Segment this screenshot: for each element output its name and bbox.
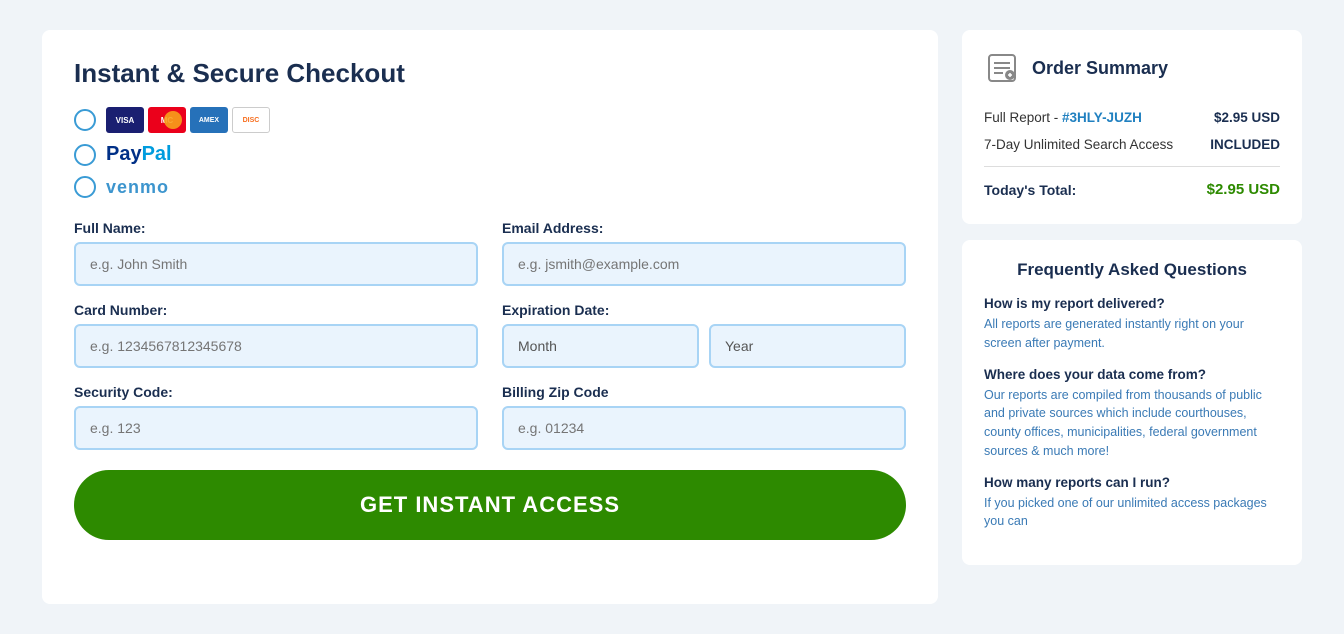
faq-item-1: Where does your data come from? Our repo… (984, 367, 1280, 461)
visa-icon: VISA (106, 107, 144, 133)
order-report-link[interactable]: #3HLY-JUZH (1062, 110, 1142, 125)
payment-options: VISA MC AMEX DISC PayPal venmo (74, 107, 906, 198)
discover-icon: DISC (232, 107, 270, 133)
submit-button[interactable]: GET INSTANT ACCESS (74, 470, 906, 540)
order-line-report: Full Report - #3HLY-JUZH $2.95 USD (984, 104, 1280, 131)
radio-paypal[interactable] (74, 144, 96, 166)
order-search-price: INCLUDED (1210, 137, 1280, 152)
card-icons: VISA MC AMEX DISC (106, 107, 270, 133)
checkout-form: Full Name: Email Address: Card Number: E… (74, 220, 906, 450)
order-summary-header: Order Summary (984, 50, 1280, 86)
card-number-label: Card Number: (74, 302, 478, 318)
mastercard-icon: MC (148, 107, 186, 133)
expiration-label: Expiration Date: (502, 302, 906, 318)
order-report-price: $2.95 USD (1214, 110, 1280, 125)
radio-venmo[interactable] (74, 176, 96, 198)
order-divider (984, 166, 1280, 167)
page-wrapper: Instant & Secure Checkout VISA MC AMEX D… (22, 20, 1322, 614)
checkout-panel: Instant & Secure Checkout VISA MC AMEX D… (42, 30, 938, 604)
order-total-price: $2.95 USD (1207, 181, 1280, 198)
faq-answer-1: Our reports are compiled from thousands … (984, 386, 1280, 461)
billing-zip-group: Billing Zip Code (502, 384, 906, 450)
billing-zip-input[interactable] (502, 406, 906, 450)
email-input[interactable] (502, 242, 906, 286)
full-name-group: Full Name: (74, 220, 478, 286)
expiry-selects: Month 010203 040506 070809 101112 Year 2… (502, 324, 906, 368)
payment-option-venmo[interactable]: venmo (74, 176, 906, 198)
month-select[interactable]: Month 010203 040506 070809 101112 (502, 324, 699, 368)
venmo-logo: venmo (106, 177, 169, 198)
payment-option-paypal[interactable]: PayPal (74, 143, 906, 166)
radio-card[interactable] (74, 109, 96, 131)
order-summary-panel: Order Summary Full Report - #3HLY-JUZH $… (962, 30, 1302, 224)
order-report-label: Full Report - #3HLY-JUZH (984, 110, 1142, 125)
faq-title: Frequently Asked Questions (984, 260, 1280, 280)
security-code-label: Security Code: (74, 384, 478, 400)
faq-panel: Frequently Asked Questions How is my rep… (962, 240, 1302, 565)
card-number-group: Card Number: (74, 302, 478, 368)
full-name-label: Full Name: (74, 220, 478, 236)
faq-item-0: How is my report delivered? All reports … (984, 296, 1280, 353)
order-search-label: 7-Day Unlimited Search Access (984, 137, 1173, 152)
email-label: Email Address: (502, 220, 906, 236)
email-group: Email Address: (502, 220, 906, 286)
amex-icon: AMEX (190, 107, 228, 133)
faq-question-2: How many reports can I run? (984, 475, 1280, 490)
faq-answer-0: All reports are generated instantly righ… (984, 315, 1280, 353)
security-code-input[interactable] (74, 406, 478, 450)
payment-option-card[interactable]: VISA MC AMEX DISC (74, 107, 906, 133)
faq-question-1: Where does your data come from? (984, 367, 1280, 382)
card-number-input[interactable] (74, 324, 478, 368)
order-line-search: 7-Day Unlimited Search Access INCLUDED (984, 131, 1280, 158)
paypal-logo: PayPal (106, 143, 172, 166)
billing-zip-label: Billing Zip Code (502, 384, 906, 400)
order-summary-icon (984, 50, 1020, 86)
expiration-group: Expiration Date: Month 010203 040506 070… (502, 302, 906, 368)
right-panel: Order Summary Full Report - #3HLY-JUZH $… (962, 30, 1302, 604)
order-total-label: Today's Total: (984, 182, 1076, 198)
full-name-input[interactable] (74, 242, 478, 286)
security-code-group: Security Code: (74, 384, 478, 450)
faq-answer-2: If you picked one of our unlimited acces… (984, 494, 1280, 532)
year-select[interactable]: Year 202420252026 202720282029 2030 (709, 324, 906, 368)
faq-question-0: How is my report delivered? (984, 296, 1280, 311)
checkout-title: Instant & Secure Checkout (74, 58, 906, 89)
faq-item-2: How many reports can I run? If you picke… (984, 475, 1280, 532)
order-total-line: Today's Total: $2.95 USD (984, 175, 1280, 204)
order-summary-title: Order Summary (1032, 58, 1168, 79)
